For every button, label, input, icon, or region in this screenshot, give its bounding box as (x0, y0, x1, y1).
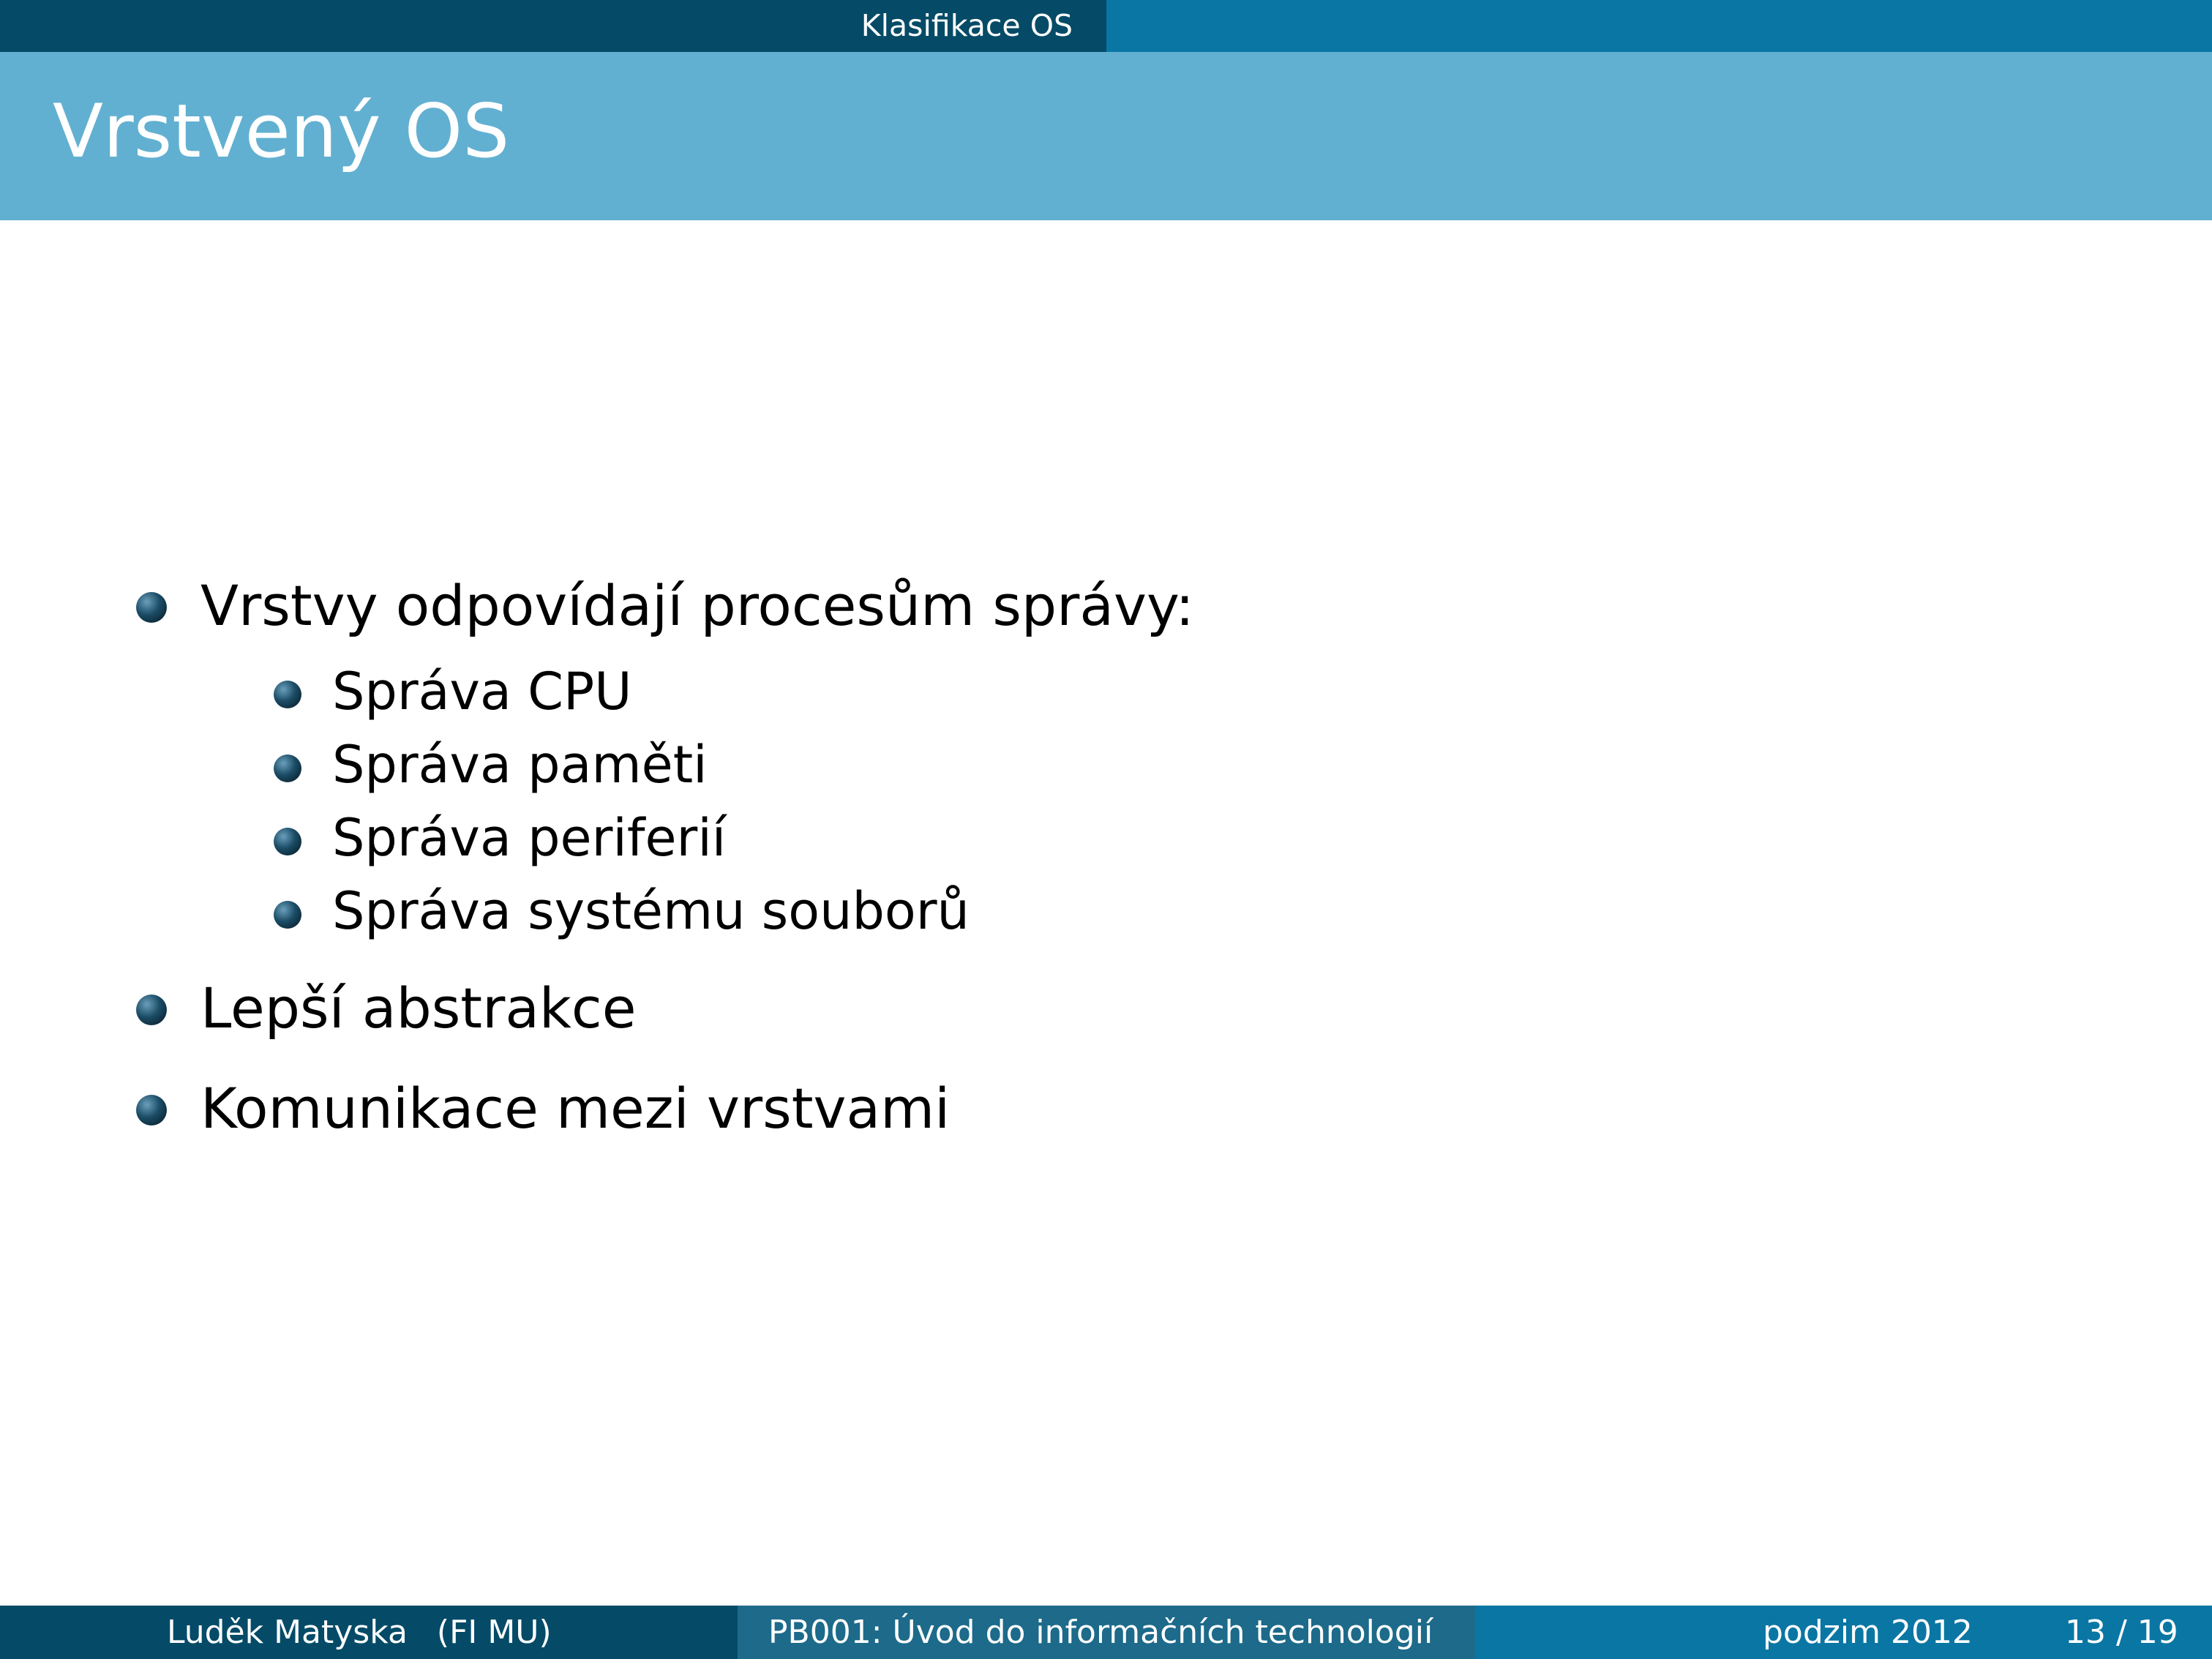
list-subitem-text: Správa periferií (332, 808, 727, 868)
ball-bullet-icon (136, 592, 167, 623)
footer-course-title: PB001: Úvod do informačních technologií (768, 1614, 1433, 1651)
footer-author: Luděk Matyska (FI MU) (167, 1606, 552, 1659)
ball-bullet-icon (136, 995, 167, 1025)
frame-title-bar: Vrstvený OS (0, 52, 2212, 220)
list-item-text: Lepší abstrakce (200, 975, 637, 1041)
footer-date-box: podzim 2012 13 / 19 (1475, 1606, 2212, 1659)
author-name: Luděk Matyska (167, 1614, 408, 1651)
section-link[interactable]: Klasifikace OS (861, 0, 1073, 52)
footer-title-box: PB001: Úvod do informačních technologií (738, 1606, 1475, 1659)
footer-bar: Luděk Matyska (FI MU) PB001: Úvod do info… (0, 1606, 2212, 1659)
footer-author-box: Luděk Matyska (FI MU) (0, 1606, 738, 1659)
list-subitem-text: Správa CPU (332, 662, 632, 722)
footer-date: podzim 2012 (1763, 1614, 1973, 1651)
page-number: 13 / 19 (2065, 1614, 2178, 1651)
ball-bullet-icon (274, 754, 301, 782)
section-navigation: Klasifikace OS (0, 0, 1106, 52)
list-subitem-text: Správa paměti (332, 735, 708, 795)
frame-title: Vrstvený OS (53, 88, 510, 174)
list-item-text: Komunikace mezi vrstvami (200, 1076, 951, 1141)
ball-bullet-icon (274, 901, 301, 929)
top-navigation-bar: Klasifikace OS (0, 0, 2212, 52)
subsection-navigation (1106, 0, 2212, 52)
ball-bullet-icon (274, 681, 301, 708)
author-institute: (FI MU) (436, 1614, 552, 1651)
slide-content: Vrstvy odpovídají procesům správy: Správ… (0, 0, 2212, 1659)
ball-bullet-icon (136, 1095, 167, 1126)
list-subitem-text: Správa systému souborů (332, 881, 970, 941)
ball-bullet-icon (274, 828, 301, 855)
list-item-text: Vrstvy odpovídají procesům správy: (200, 573, 1195, 638)
